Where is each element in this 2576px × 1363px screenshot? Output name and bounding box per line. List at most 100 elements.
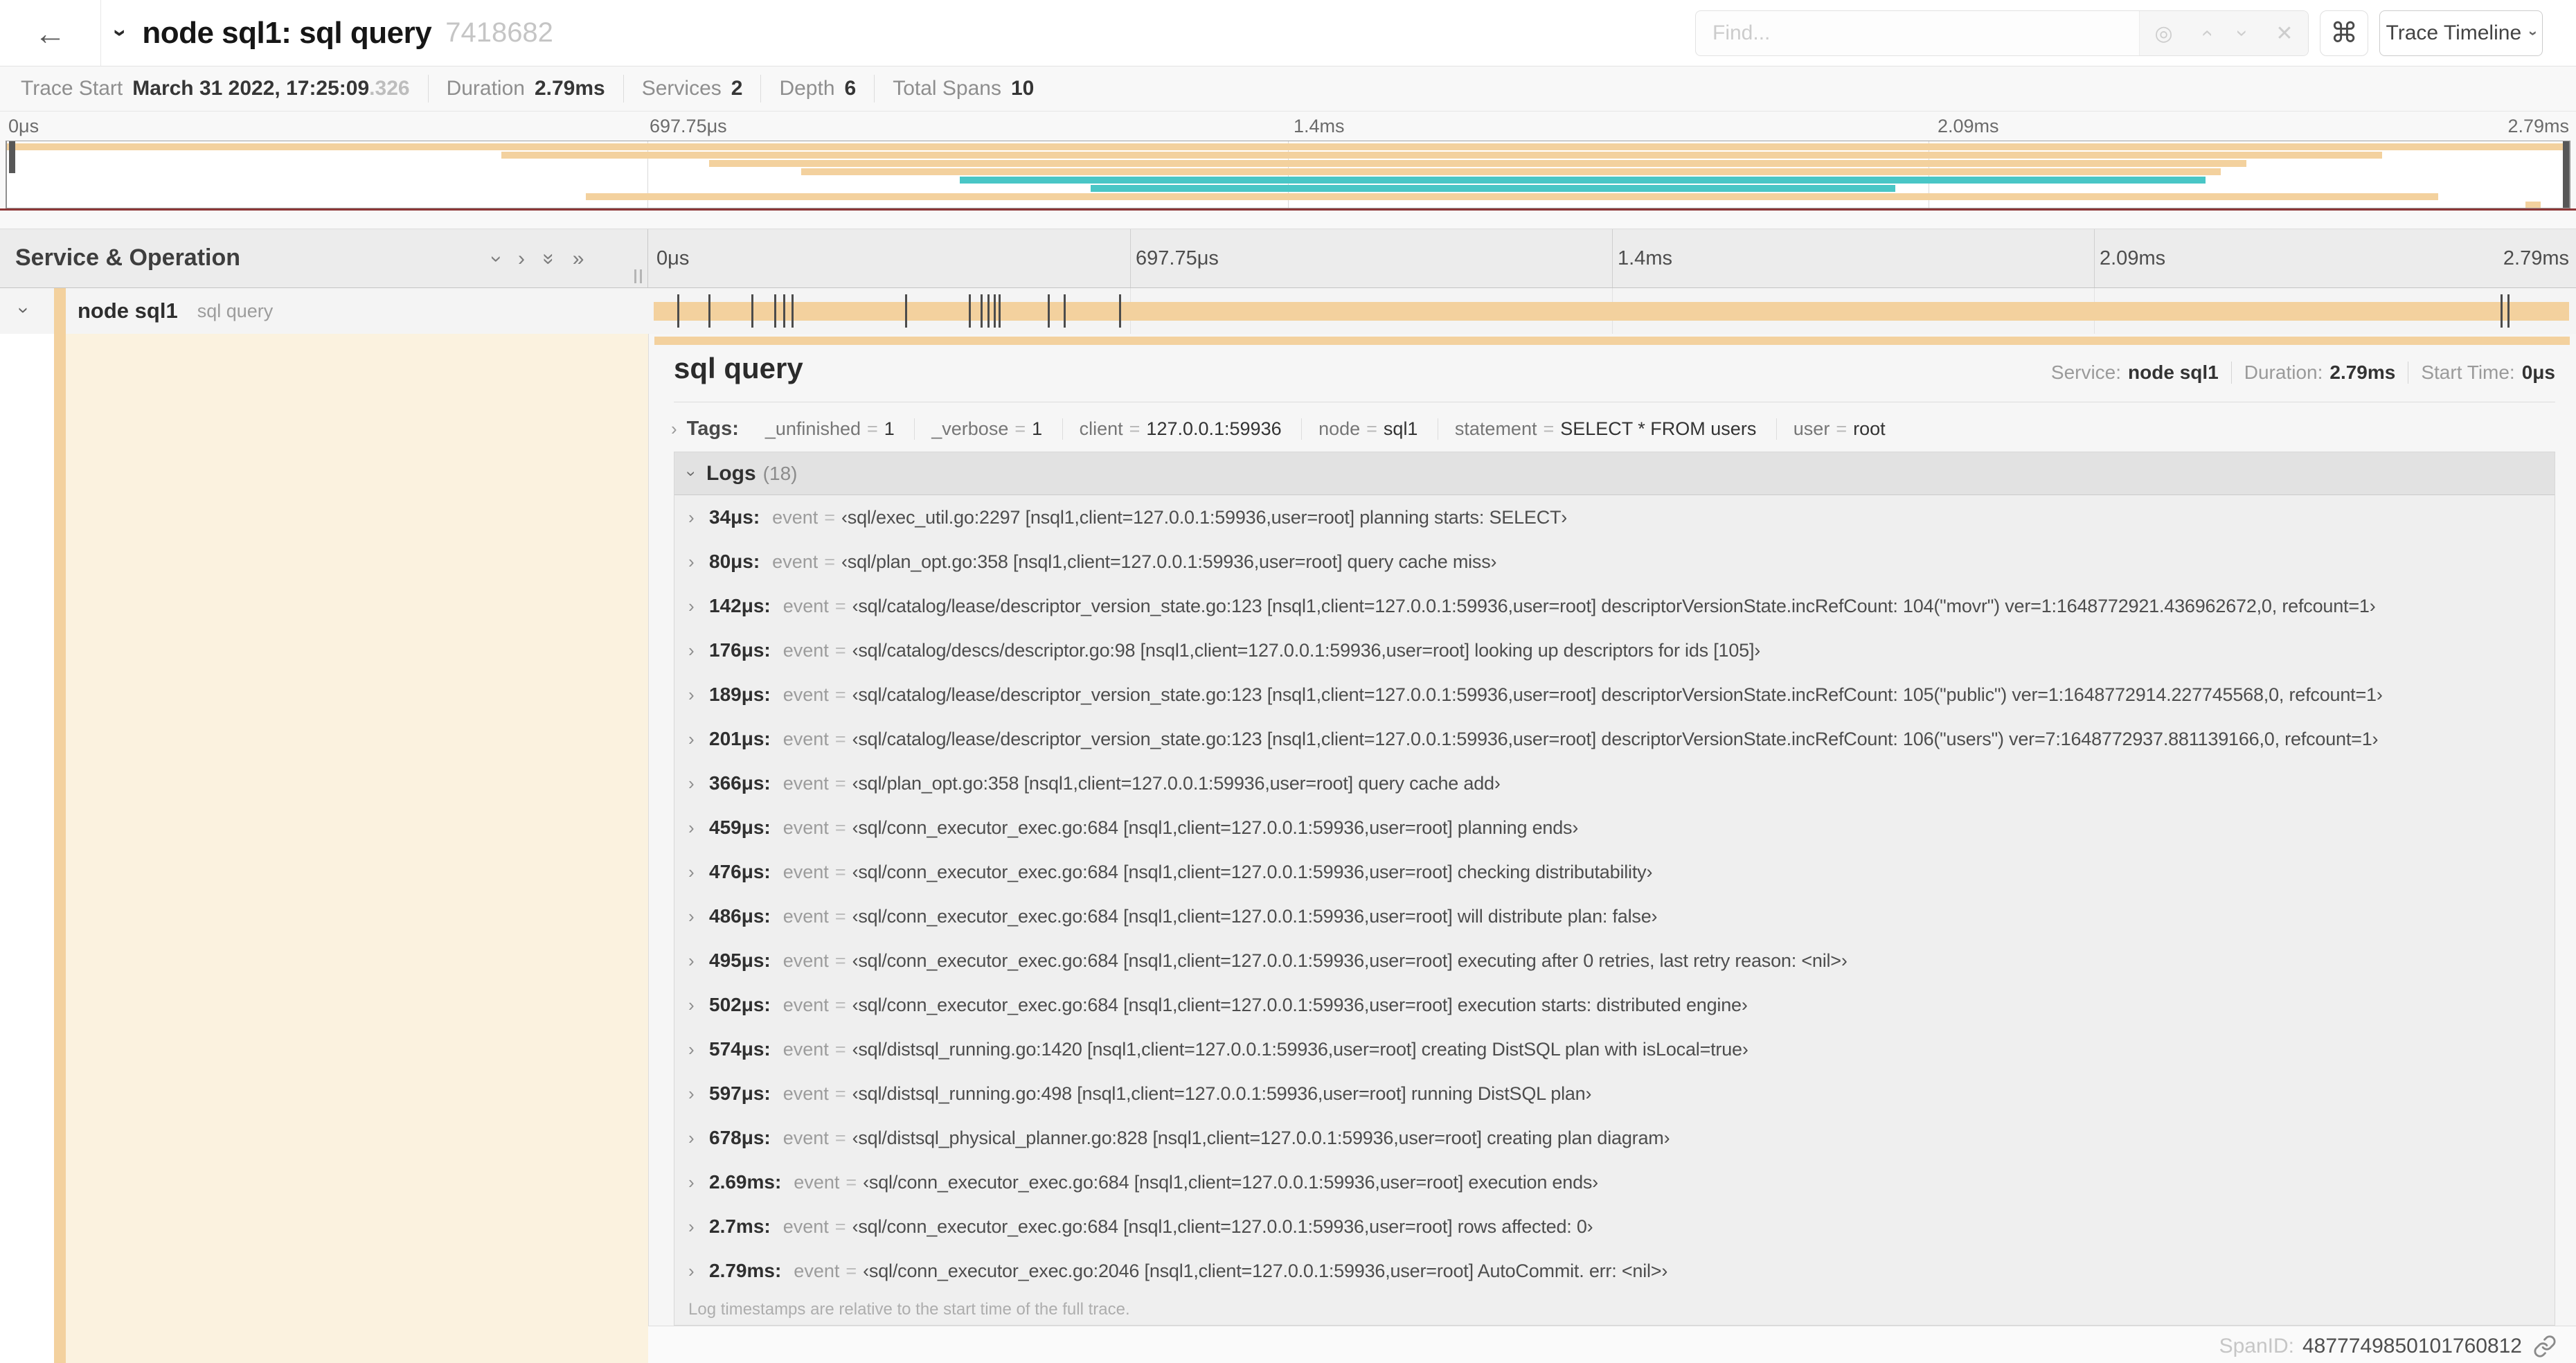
- minimap-span-bar: [960, 177, 2206, 184]
- tag-key: client: [1079, 418, 1123, 439]
- chevron-right-icon: ›: [688, 861, 695, 882]
- span-row[interactable]: › node sql1 sql query: [0, 288, 2576, 334]
- find-next-icon[interactable]: ›: [2230, 30, 2254, 37]
- span-detail-footer: SpanID: 4877749850101760812: [648, 1326, 2576, 1363]
- timeline-tick-label: 0μs: [656, 247, 690, 269]
- log-event-tick: [987, 294, 990, 328]
- log-message: ‹sql/exec_util.go:2297 [nsql1,client=127…: [841, 506, 1568, 528]
- tags-accordion[interactable]: › Tags: _unfinished = 1 _verbose = 1 cli…: [670, 410, 2555, 447]
- log-row[interactable]: › 2.69ms: event = ‹sql/conn_executor_exe…: [674, 1160, 2555, 1204]
- logs-header[interactable]: › Logs (18): [674, 452, 2555, 495]
- log-row[interactable]: › 495μs: event = ‹sql/conn_executor_exec…: [674, 938, 2555, 983]
- log-row[interactable]: › 486μs: event = ‹sql/conn_executor_exec…: [674, 894, 2555, 938]
- chevron-right-icon: ›: [688, 551, 695, 572]
- view-selector-label: Trace Timeline: [2386, 21, 2522, 44]
- minimap-left-scrubber[interactable]: [9, 141, 15, 173]
- log-event-tick: [774, 294, 777, 328]
- summary-item-value: 2: [731, 77, 743, 100]
- log-field-name: event: [782, 817, 829, 838]
- find-prev-icon[interactable]: ›: [2194, 30, 2218, 37]
- span-detail-operation: sql query: [674, 352, 803, 384]
- timeline-tick-label: 2.09ms: [2100, 247, 2166, 269]
- logs-note: Log timestamps are relative to the start…: [688, 1300, 1130, 1319]
- tag-item: client = 127.0.0.1:59936: [1062, 418, 1298, 440]
- minimap-span-bar: [2525, 202, 2541, 208]
- log-event-tick: [708, 294, 711, 328]
- chevron-right-icon: ›: [671, 418, 677, 439]
- log-event-tick: [2500, 294, 2503, 328]
- log-row[interactable]: › 142μs: event = ‹sql/catalog/lease/desc…: [674, 584, 2555, 628]
- trace-id: 7418682: [445, 17, 553, 48]
- timeline-minimap[interactable]: [6, 141, 2570, 208]
- timeline-tick-label: 2.79ms: [2507, 116, 2569, 136]
- tag-key: node: [1318, 418, 1361, 439]
- service-value: node sql1: [2128, 362, 2219, 383]
- trace-collapse-chevron-icon[interactable]: ›: [107, 29, 134, 37]
- view-selector-button[interactable]: Trace Timeline ›: [2379, 10, 2543, 56]
- log-row[interactable]: › 574μs: event = ‹sql/distsql_running.go…: [674, 1027, 2555, 1071]
- expand-all-icon[interactable]: »: [573, 247, 584, 271]
- log-row[interactable]: › 2.7ms: event = ‹sql/conn_executor_exec…: [674, 1204, 2555, 1249]
- log-event-tick: [904, 294, 907, 328]
- find-clear-icon[interactable]: ✕: [2275, 21, 2293, 46]
- log-row[interactable]: › 2.79ms: event = ‹sql/conn_executor_exe…: [674, 1249, 2555, 1293]
- duration-label: Duration:: [2244, 362, 2323, 383]
- timeline-ruler: 0μs 697.75μs 1.4ms 2.09ms 2.79ms: [648, 229, 2576, 287]
- chevron-right-icon: ›: [688, 1260, 695, 1281]
- minimap-span-bar: [586, 193, 2439, 200]
- log-event-tick: [998, 294, 1001, 328]
- locate-icon[interactable]: ◎: [2154, 21, 2172, 46]
- log-timestamp: 2.79ms:: [709, 1260, 782, 1281]
- log-field-name: event: [782, 1083, 829, 1104]
- log-message: ‹sql/conn_executor_exec.go:684 [nsql1,cl…: [852, 817, 1579, 838]
- log-message: ‹sql/catalog/descs/descriptor.go:98 [nsq…: [852, 639, 1761, 661]
- find-input[interactable]: [1696, 11, 2139, 55]
- keyboard-shortcuts-button[interactable]: ⌘: [2320, 10, 2368, 56]
- collapse-one-icon[interactable]: ›: [485, 256, 508, 262]
- log-row[interactable]: › 366μs: event = ‹sql/plan_opt.go:358 [n…: [674, 761, 2555, 805]
- log-message: ‹sql/distsql_running.go:498 [nsql1,clien…: [852, 1083, 1592, 1104]
- log-row[interactable]: › 476μs: event = ‹sql/conn_executor_exec…: [674, 850, 2555, 894]
- log-message: ‹sql/catalog/lease/descriptor_version_st…: [852, 684, 2383, 705]
- log-timestamp: 486μs:: [709, 905, 771, 927]
- minimap-right-scrubber[interactable]: [2563, 141, 2569, 208]
- span-service-name: node sql1: [78, 299, 178, 323]
- log-field-name: event: [782, 950, 829, 971]
- summary-item-label: Total Spans: [893, 77, 1001, 100]
- log-row[interactable]: › 189μs: event = ‹sql/catalog/lease/desc…: [674, 672, 2555, 717]
- log-row[interactable]: › 34μs: event = ‹sql/exec_util.go:2297 […: [674, 495, 2555, 540]
- log-event-tick: [1048, 294, 1050, 328]
- summary-item-value: 10: [1010, 77, 1035, 100]
- log-timestamp: 2.69ms:: [709, 1171, 782, 1193]
- timeline-tick-label: 697.75μs: [1136, 247, 1219, 269]
- find-tools: ◎ › › ✕: [2139, 11, 2308, 55]
- log-row[interactable]: › 597μs: event = ‹sql/distsql_running.go…: [674, 1071, 2555, 1116]
- log-row[interactable]: › 176μs: event = ‹sql/catalog/descs/desc…: [674, 628, 2555, 672]
- log-message: ‹sql/plan_opt.go:358 [nsql1,client=127.0…: [852, 772, 1501, 794]
- log-timestamp: 495μs:: [709, 950, 771, 971]
- log-row[interactable]: › 502μs: event = ‹sql/conn_executor_exec…: [674, 983, 2555, 1027]
- tag-equals: =: [1129, 418, 1141, 439]
- log-row[interactable]: › 80μs: event = ‹sql/plan_opt.go:358 [ns…: [674, 540, 2555, 584]
- log-timestamp: 34μs:: [709, 506, 760, 528]
- log-message: ‹sql/conn_executor_exec.go:684 [nsql1,cl…: [852, 861, 1653, 882]
- log-row[interactable]: › 459μs: event = ‹sql/conn_executor_exec…: [674, 805, 2555, 850]
- back-button[interactable]: ←: [0, 0, 101, 66]
- tag-value: 1: [884, 418, 895, 439]
- log-row[interactable]: › 678μs: event = ‹sql/distsql_physical_p…: [674, 1116, 2555, 1160]
- chevron-right-icon: ›: [688, 1083, 695, 1104]
- log-timestamp: 476μs:: [709, 861, 771, 882]
- log-message: ‹sql/plan_opt.go:358 [nsql1,client=127.0…: [841, 551, 1497, 572]
- start-time-value: 0μs: [2521, 362, 2555, 383]
- collapse-all-icon[interactable]: »: [537, 253, 560, 265]
- log-row[interactable]: › 201μs: event = ‹sql/catalog/lease/desc…: [674, 717, 2555, 761]
- column-resizer-grip[interactable]: [634, 269, 642, 283]
- log-equals: =: [834, 1038, 846, 1060]
- link-icon[interactable]: [2533, 1335, 2557, 1358]
- expand-one-icon[interactable]: ›: [518, 247, 525, 271]
- chevron-right-icon: ›: [688, 506, 695, 528]
- minimap-span-bar: [501, 152, 2382, 159]
- chevron-right-icon: ›: [688, 817, 695, 838]
- span-collapse-chevron-icon[interactable]: ›: [13, 307, 35, 313]
- log-field-name: event: [782, 772, 829, 794]
